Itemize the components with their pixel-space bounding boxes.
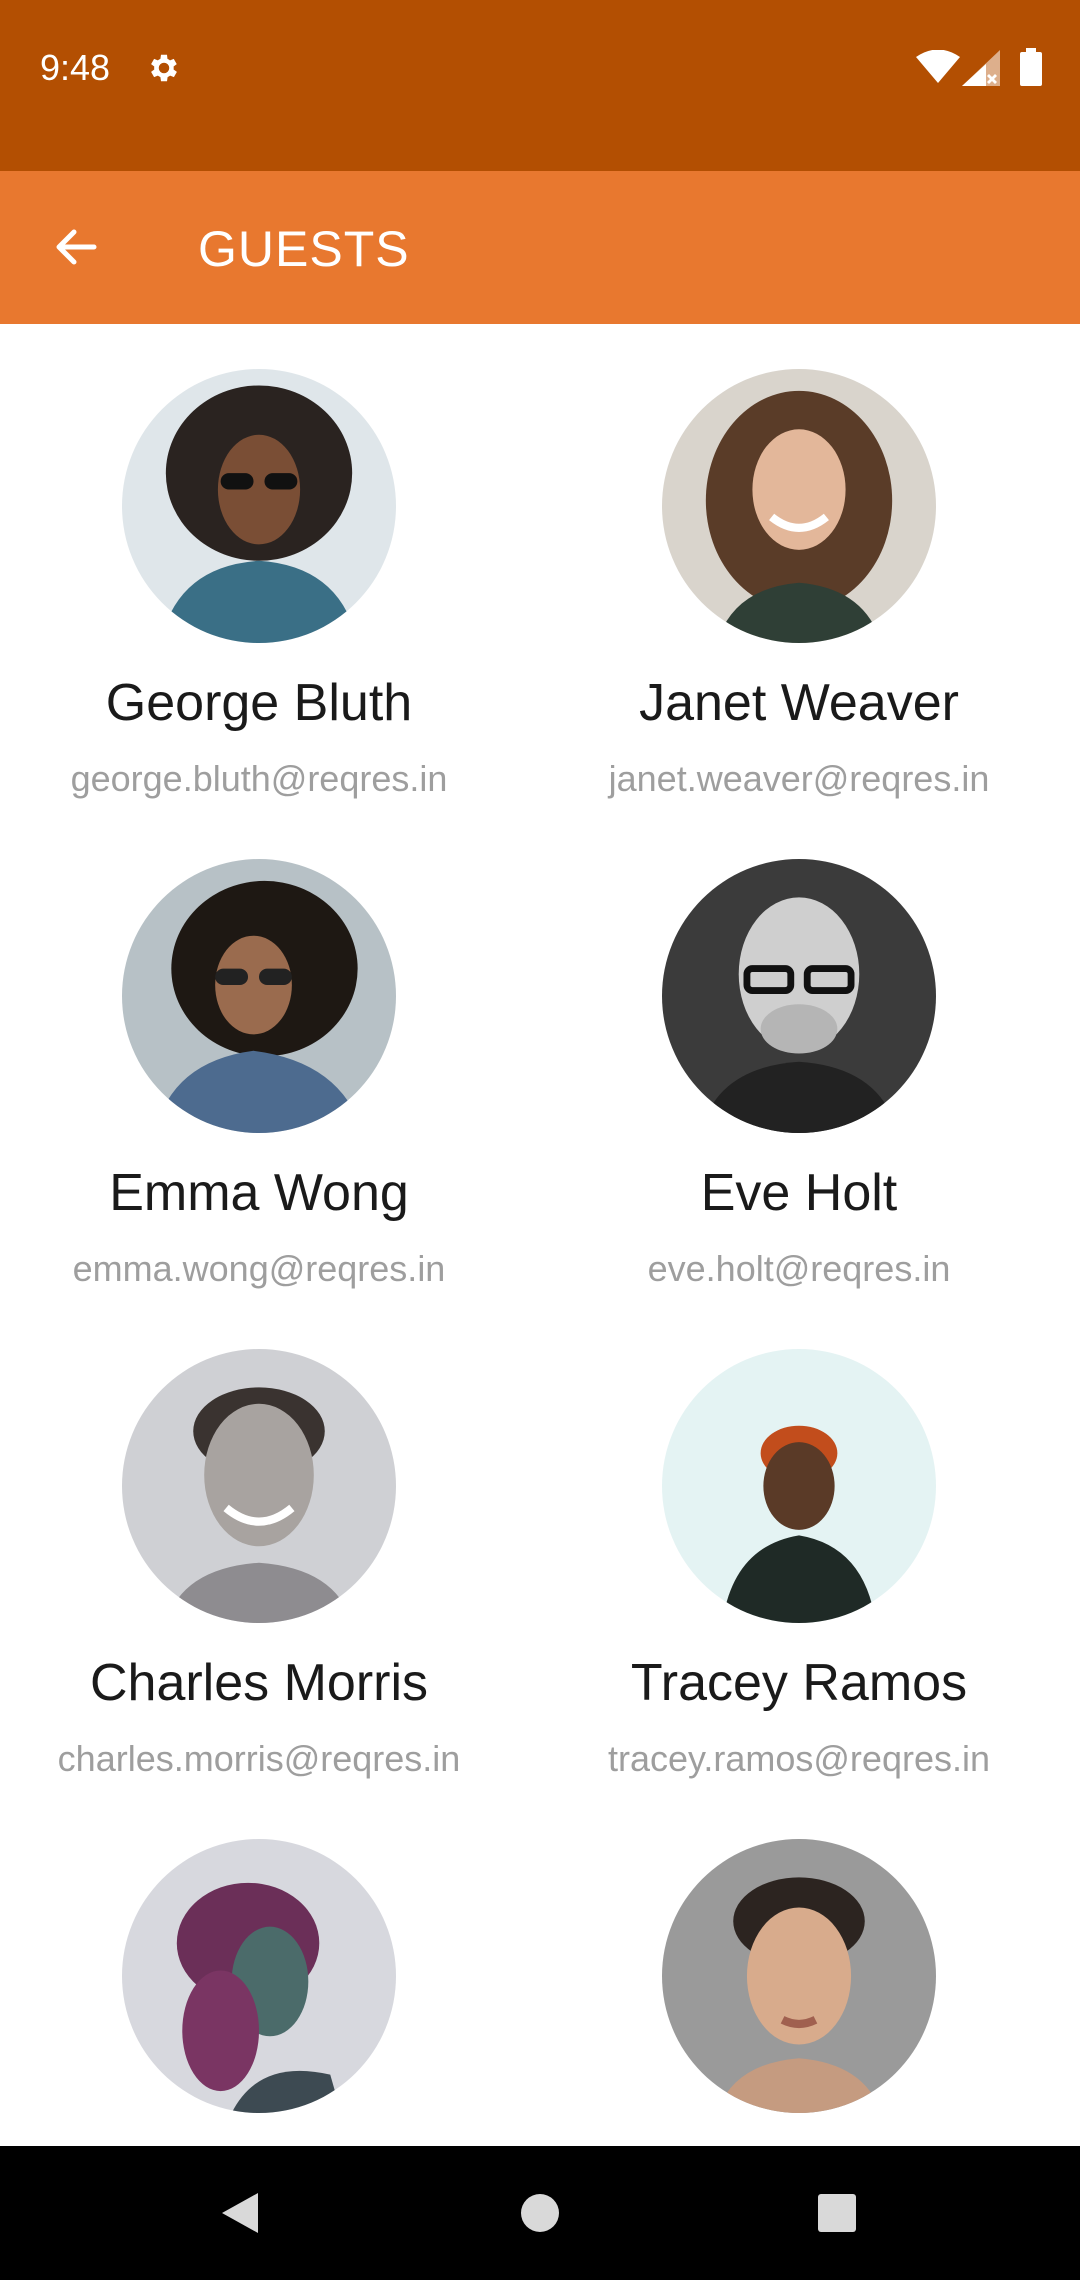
page-title: GUESTS	[198, 221, 410, 277]
nav-recents-button[interactable]	[807, 2183, 867, 2243]
navigation-bar	[0, 2146, 1080, 2280]
guest-card[interactable]: Tracey Ramos tracey.ramos@reqres.in	[518, 1349, 1080, 1839]
guest-card[interactable]	[0, 1839, 518, 2146]
guest-email: tracey.ramos@reqres.in	[608, 1738, 990, 1779]
guest-name: Eve Holt	[700, 1164, 898, 1222]
status-bar: 9:48	[0, 0, 1080, 171]
signal-icon	[962, 50, 1000, 86]
guest-card[interactable]: Charles Morris charles.morris@reqres.in	[0, 1349, 518, 1839]
guest-email: janet.weaver@reqres.in	[608, 758, 990, 799]
avatar	[122, 369, 396, 643]
wifi-icon	[916, 49, 960, 84]
arrow-left-icon	[56, 229, 97, 265]
gear-icon	[146, 50, 182, 86]
guest-card[interactable]: Eve Holt eve.holt@reqres.in	[518, 859, 1080, 1349]
battery-icon	[1020, 48, 1042, 86]
guest-name: Janet Weaver	[639, 674, 959, 732]
guest-card[interactable]: George Bluth george.bluth@reqres.in	[0, 369, 518, 859]
avatar	[122, 859, 396, 1133]
avatar	[122, 1839, 396, 2113]
guest-email: charles.morris@reqres.in	[57, 1738, 461, 1779]
guest-email: george.bluth@reqres.in	[70, 758, 448, 799]
guest-name: George Bluth	[105, 674, 413, 732]
avatar	[662, 1839, 936, 2113]
guest-list[interactable]: George Bluth george.bluth@reqres.in Jane…	[0, 324, 1080, 2146]
nav-home-icon	[521, 2194, 559, 2232]
guest-email: emma.wong@reqres.in	[72, 1248, 446, 1289]
nav-home-button[interactable]	[510, 2183, 570, 2243]
app-bar: GUESTS	[0, 171, 1080, 324]
nav-back-icon	[222, 2193, 258, 2233]
avatar	[662, 369, 936, 643]
back-button[interactable]	[36, 207, 116, 287]
avatar	[662, 1349, 936, 1623]
guest-name: Tracey Ramos	[630, 1654, 968, 1712]
nav-back-button[interactable]	[210, 2183, 270, 2243]
guest-card[interactable]: Emma Wong emma.wong@reqres.in	[0, 859, 518, 1349]
guest-name: Emma Wong	[109, 1164, 409, 1222]
guest-email: eve.holt@reqres.in	[647, 1248, 951, 1289]
avatar	[122, 1349, 396, 1623]
avatar	[662, 859, 936, 1133]
guest-card[interactable]	[518, 1839, 1080, 2146]
status-time: 9:48	[40, 47, 111, 88]
nav-recents-icon	[818, 2194, 856, 2232]
guest-name: Charles Morris	[89, 1654, 429, 1712]
guest-card[interactable]: Janet Weaver janet.weaver@reqres.in	[518, 369, 1080, 859]
